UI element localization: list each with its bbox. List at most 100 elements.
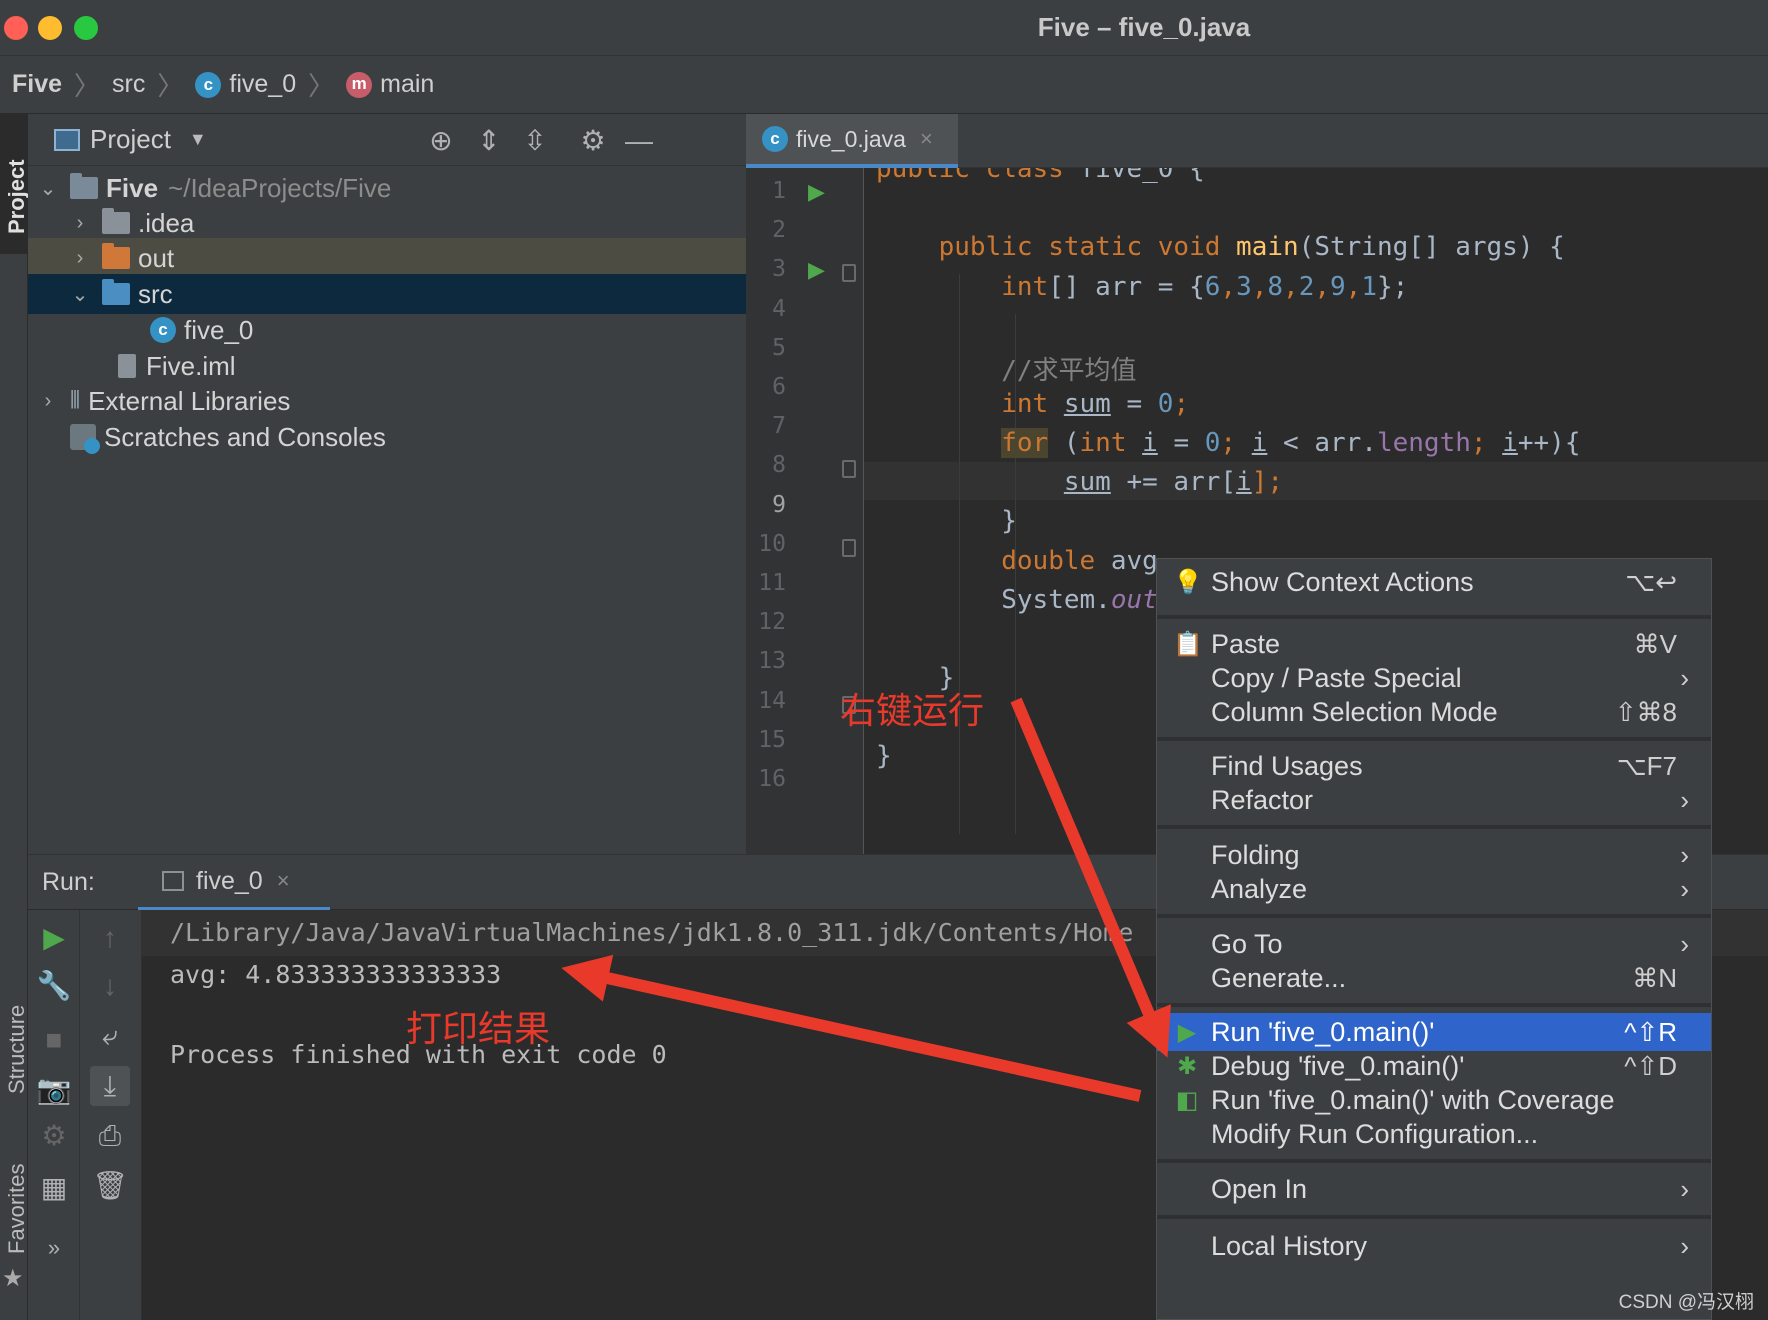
tree-item-external-libraries[interactable]: › ⫴ External Libraries [28,381,746,421]
menu-item-go-to[interactable]: Go To › [1157,925,1711,963]
run-panel-label: Run: [42,867,95,896]
editor-tab-bar: c five_0.java × [746,114,1768,168]
line-number: 4 [772,295,786,322]
chevron-right-icon: › [1680,1173,1689,1204]
breadcrumb-separator-icon: 〉 [74,71,101,101]
line-number: 16 [758,766,786,792]
chevron-down-icon[interactable]: ▼ [189,129,207,150]
chevron-right-icon[interactable]: › [70,212,90,235]
menu-separator [1157,1003,1711,1007]
breadcrumb-src[interactable]: src [112,70,145,99]
favorites-tool-label[interactable]: Favorites [4,1164,30,1254]
menu-item-run-main[interactable]: ▶ Run 'five_0.main()' ^⇧R [1157,1013,1711,1051]
menu-item-show-context-actions[interactable]: 💡 Show Context Actions ⌥↩ [1157,563,1711,601]
wrench-icon[interactable]: 🔧 [34,966,74,1006]
fold-icon[interactable] [842,538,856,557]
more-icon[interactable]: » [34,1228,74,1268]
tree-item-scratches[interactable]: Scratches and Consoles [28,417,746,457]
project-view-selector[interactable]: Project [90,124,171,155]
tab-five-0-java[interactable]: c five_0.java × [746,114,958,168]
soft-wrap-icon[interactable]: ⤶ [90,1016,130,1056]
settings-icon[interactable]: ⚙ [34,1116,74,1156]
clipboard-icon: 📋 [1173,630,1203,658]
expand-all-icon[interactable]: ⇕ [474,126,504,156]
code-line-3: public static void main(String[] args) { [938,232,1565,262]
chevron-right-icon: › [1680,662,1689,693]
close-icon[interactable]: × [277,868,290,894]
breadcrumb-method[interactable]: m main [346,70,434,99]
menu-item-column-selection-mode[interactable]: Column Selection Mode ⇧⌘8 [1157,693,1711,731]
tree-item-idea[interactable]: › .idea [28,203,746,243]
chevron-down-icon[interactable]: ⌄ [38,176,58,201]
chevron-down-icon[interactable]: ⌄ [70,282,90,307]
close-icon[interactable]: × [920,126,933,152]
tree-item-root[interactable]: ⌄ Five ~/IdeaProjects/Five [28,168,746,208]
menu-item-run-with-coverage[interactable]: ◧ Run 'five_0.main()' with Coverage [1157,1081,1711,1119]
left-tool-strip: Project Structure Favorites ★ [0,114,30,1320]
breadcrumb-class[interactable]: c five_0 [195,70,296,99]
tree-item-class[interactable]: c five_0 [28,310,746,350]
project-folder-icon [70,173,98,199]
tree-item-iml[interactable]: Five.iml [28,346,746,386]
gear-icon[interactable]: ⚙ [578,126,608,156]
fold-icon[interactable] [842,460,856,479]
line-number: 13 [758,648,786,675]
menu-item-modify-run-configuration[interactable]: Modify Run Configuration... [1157,1115,1711,1153]
line-number: 7 [772,413,786,440]
star-icon: ★ [2,1265,24,1292]
project-panel-header: Project ▼ ⊕ ⇕ ⇳ ⚙ — [28,114,746,166]
layout-icon[interactable]: ▦ [34,1168,74,1208]
console-line-command: /Library/Java/JavaVirtualMachines/jdk1.8… [170,918,1134,947]
trash-icon[interactable]: 🗑 [90,1166,130,1206]
tab-label: five_0.java [796,125,906,152]
structure-tool-label[interactable]: Structure [4,1005,30,1094]
menu-item-debug-main[interactable]: ✱ Debug 'five_0.main()' ^⇧D [1157,1047,1711,1085]
menu-item-copy-paste-special[interactable]: Copy / Paste Special › [1157,659,1711,697]
line-number: 8 [772,452,786,479]
scratches-icon [70,424,100,454]
source-folder-icon [102,279,130,305]
menu-item-analyze[interactable]: Analyze › [1157,870,1711,908]
menu-item-find-usages[interactable]: Find Usages ⌥F7 [1157,747,1711,785]
arrow-down-icon[interactable]: ↓ [90,966,130,1006]
print-icon[interactable]: ⎙ [90,1116,130,1156]
menu-item-generate[interactable]: Generate... ⌘N [1157,959,1711,997]
stop-icon[interactable]: ■ [34,1020,74,1060]
menu-item-local-history[interactable]: Local History › [1157,1227,1711,1265]
run-gutter-icon[interactable]: ▶ [808,180,832,204]
code-line-1: public class five_0 { [876,168,1205,184]
camera-icon[interactable]: 📷 [34,1070,74,1110]
library-icon: ⫴ [70,387,81,414]
context-menu: 💡 Show Context Actions ⌥↩ 📋 Paste ⌘V Cop… [1156,558,1712,1320]
tree-item-src[interactable]: ⌄ src [28,274,746,314]
scroll-to-end-icon[interactable]: ⤓ [90,1066,130,1106]
arrow-up-icon[interactable]: ↑ [90,918,130,958]
menu-item-open-in[interactable]: Open In › [1157,1170,1711,1208]
breadcrumb-separator-icon: 〉 [157,71,184,101]
hide-panel-icon[interactable]: — [624,126,654,156]
locate-icon[interactable]: ⊕ [426,126,456,156]
code-line-4: int[] arr = {6,3,8,2,9,1}; [1001,272,1409,302]
fold-icon[interactable] [842,264,856,283]
project-tool-button[interactable]: Project [0,114,29,254]
menu-separator [1157,737,1711,741]
chevron-right-icon[interactable]: › [38,390,58,413]
code-line-12: System.out [1001,585,1158,615]
breadcrumb-project[interactable]: Five [12,70,62,99]
project-view-icon [54,128,80,151]
method-icon: m [346,71,373,98]
run-gutter-icon[interactable]: ▶ [808,258,832,282]
tree-item-out[interactable]: › out [28,238,746,278]
collapse-all-icon[interactable]: ⇳ [520,126,550,156]
run-tab-five-0[interactable]: five_0 × [138,855,330,911]
menu-item-refactor[interactable]: Refactor › [1157,781,1711,819]
tree-item-label: Five [106,172,159,203]
code-line-7: int sum = 0; [1001,389,1190,419]
code-line-10: } [1001,506,1017,536]
menu-item-paste[interactable]: 📋 Paste ⌘V [1157,625,1711,663]
rerun-icon[interactable]: ▶ [34,918,74,958]
chevron-right-icon[interactable]: › [70,247,90,270]
menu-item-folding[interactable]: Folding › [1157,836,1711,874]
project-panel: Project ▼ ⊕ ⇕ ⇳ ⚙ — ⌄ Five ~/IdeaProject… [28,114,746,854]
menu-separator [1157,615,1711,619]
